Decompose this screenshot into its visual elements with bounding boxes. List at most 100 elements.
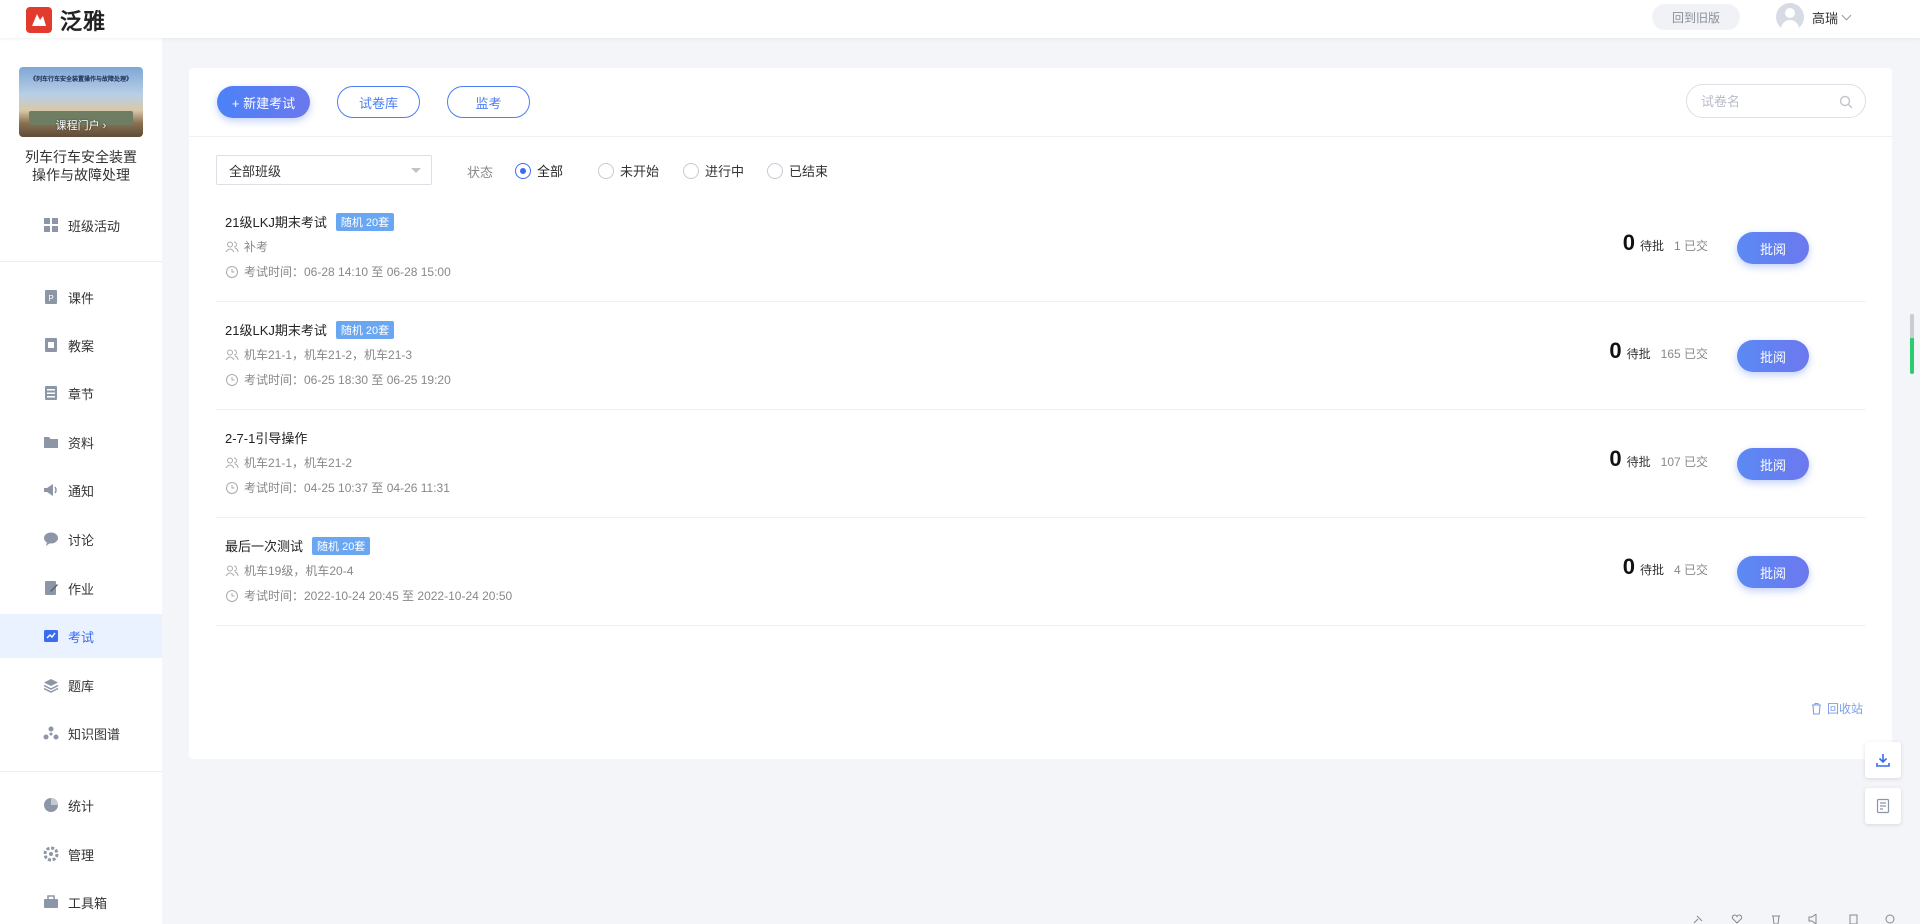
sidebar-item-materials[interactable]: 资料 bbox=[0, 420, 162, 464]
exam-classes-text: 机车19级，机车20-4 bbox=[244, 564, 354, 578]
heart-icon[interactable] bbox=[1731, 914, 1743, 924]
exam-row[interactable]: 最后一次测试 随机 20套 机车19级，机车20-4 考试时间：2022-10-… bbox=[216, 518, 1866, 626]
submitted-count: 107 已交 bbox=[1660, 455, 1708, 469]
sidebar-item-exam[interactable]: 考试 bbox=[0, 614, 162, 658]
radio-label: 未开始 bbox=[620, 164, 660, 179]
exam-title-text: 最后一次测试 bbox=[225, 539, 304, 554]
copy-icon[interactable] bbox=[1847, 914, 1859, 924]
radio-button[interactable] bbox=[683, 162, 699, 179]
search-box[interactable] bbox=[1686, 84, 1866, 118]
radio-button[interactable] bbox=[598, 162, 614, 179]
sidebar-divider bbox=[0, 771, 162, 772]
sidebar-item-chapter[interactable]: 章节 bbox=[0, 371, 162, 415]
pending-label: 待批 bbox=[1639, 239, 1664, 253]
volume-icon[interactable] bbox=[1808, 914, 1820, 924]
sidebar-item-label: 讨论 bbox=[68, 532, 95, 548]
exam-title-text: 21级LKJ期末考试 bbox=[225, 323, 327, 338]
brand-logo[interactable]: 泛雅 bbox=[26, 4, 106, 36]
user-menu[interactable]: 高瑞 bbox=[1776, 3, 1852, 31]
sidebar-item-label: 统计 bbox=[68, 798, 95, 814]
paper-bank-button[interactable]: 试卷库 bbox=[337, 86, 420, 118]
exam-time: 考试时间：06-28 14:10 至 06-28 15:00 bbox=[225, 263, 451, 280]
clock-icon bbox=[226, 481, 238, 494]
search-icon[interactable] bbox=[1885, 914, 1897, 924]
exam-title: 21级LKJ期末考试 随机 20套 bbox=[225, 212, 395, 231]
sidebar-item-toolbox[interactable]: 工具箱 bbox=[0, 880, 162, 924]
download-icon bbox=[1876, 754, 1890, 767]
class-select[interactable]: 全部班级 bbox=[216, 155, 432, 185]
class-select-value: 全部班级 bbox=[229, 163, 282, 179]
exam-classes: 机车21-1，机车21-2，机车21-3 bbox=[225, 346, 412, 363]
exam-time-text: 考试时间：06-25 18:30 至 06-25 19:20 bbox=[244, 373, 451, 387]
sidebar-item-lesson-plan[interactable]: 教案 bbox=[0, 323, 162, 367]
status-radio-all[interactable]: 全部 bbox=[515, 161, 563, 180]
sidebar-item-courseware[interactable]: P 课件 bbox=[0, 275, 162, 319]
sidebar-item-manage[interactable]: 管理 bbox=[0, 832, 162, 876]
search-icon[interactable] bbox=[1839, 95, 1853, 109]
exam-classes: 补考 bbox=[225, 238, 268, 255]
users-icon bbox=[225, 349, 239, 360]
gear-icon bbox=[43, 846, 59, 862]
chapter-icon bbox=[43, 385, 59, 401]
knowledge-graph-icon bbox=[43, 725, 59, 741]
toolbar-divider bbox=[189, 136, 1892, 137]
radio-button[interactable] bbox=[767, 162, 783, 179]
sidebar-item-question-bank[interactable]: 题库 bbox=[0, 663, 162, 707]
notes-float-button[interactable] bbox=[1865, 788, 1901, 824]
sidebar-item-homework[interactable]: 作业 bbox=[0, 566, 162, 610]
exam-list-panel: + 新建考试 试卷库 监考 全部班级 状态 全部 未开始 进行中 已结束 21级… bbox=[189, 68, 1892, 759]
sidebar-item-class-activity[interactable]: 班级活动 bbox=[0, 203, 162, 247]
exam-row[interactable]: 21级LKJ期末考试 随机 20套 机车21-1，机车21-2，机车21-3 考… bbox=[216, 302, 1866, 410]
pin-icon[interactable] bbox=[1692, 914, 1704, 924]
sidebar-item-notice[interactable]: 通知 bbox=[0, 468, 162, 512]
recycle-bin-label: 回收站 bbox=[1827, 702, 1864, 716]
exam-title-text: 2-7-1引导操作 bbox=[225, 431, 308, 446]
sidebar-item-discussion[interactable]: 讨论 bbox=[0, 517, 162, 561]
avatar bbox=[1776, 3, 1804, 31]
radio-button[interactable] bbox=[515, 162, 531, 179]
homework-icon bbox=[43, 580, 59, 596]
course-portal-link[interactable]: 课程门户 › bbox=[19, 117, 143, 133]
bottom-toolbar bbox=[162, 912, 1920, 924]
course-cover[interactable]: 《列车行车安全装置操作与故障处理》 课程门户 › bbox=[19, 67, 143, 137]
radio-label: 进行中 bbox=[705, 164, 745, 179]
status-radio-in-progress[interactable]: 进行中 bbox=[683, 161, 744, 180]
download-float-button[interactable] bbox=[1865, 742, 1901, 778]
sidebar-item-label: 课件 bbox=[68, 290, 95, 306]
exam-row[interactable]: 21级LKJ期末考试 随机 20套 补考 考试时间：06-28 14:10 至 … bbox=[216, 194, 1866, 302]
recycle-bin-link[interactable]: 回收站 bbox=[1810, 700, 1863, 717]
random-paper-badge: 随机 20套 bbox=[312, 536, 371, 555]
pending-count: 0 bbox=[1622, 230, 1635, 255]
status-radio-ended[interactable]: 已结束 bbox=[767, 161, 828, 180]
lesson-plan-icon bbox=[43, 337, 59, 353]
top-bar: 泛雅 回到旧版 高瑞 bbox=[0, 0, 1920, 38]
new-exam-button[interactable]: + 新建考试 bbox=[217, 86, 310, 118]
sidebar-item-knowledge-graph[interactable]: 知识图谱 bbox=[0, 711, 162, 755]
status-radio-not-started[interactable]: 未开始 bbox=[598, 161, 659, 180]
random-paper-badge: 随机 20套 bbox=[335, 212, 395, 231]
scroll-indicator[interactable] bbox=[1910, 314, 1914, 374]
grading-stats: 0 待批 165 已交 bbox=[1609, 338, 1708, 364]
sidebar-item-label: 考试 bbox=[68, 629, 95, 645]
exam-row[interactable]: 2-7-1引导操作 机车21-1，机车21-2 考试时间：04-25 10:37… bbox=[216, 410, 1866, 518]
sidebar-item-statistics[interactable]: 统计 bbox=[0, 783, 162, 827]
proctor-button[interactable]: 监考 bbox=[447, 86, 530, 118]
clock-icon bbox=[226, 265, 238, 278]
course-name-line2: 操作与故障处理 bbox=[32, 167, 130, 183]
trash-icon[interactable] bbox=[1770, 914, 1782, 924]
grade-button[interactable]: 批阅 bbox=[1737, 232, 1809, 264]
users-icon bbox=[225, 241, 239, 252]
grade-button[interactable]: 批阅 bbox=[1737, 340, 1809, 372]
sidebar-item-label: 题库 bbox=[68, 678, 95, 694]
cover-title: 《列车行车安全装置操作与故障处理》 bbox=[29, 77, 132, 83]
grade-button[interactable]: 批阅 bbox=[1737, 448, 1809, 480]
exam-time-text: 考试时间：04-25 10:37 至 04-26 11:31 bbox=[244, 481, 450, 495]
pending-count: 0 bbox=[1609, 446, 1622, 471]
back-to-old-version-button[interactable]: 回到旧版 bbox=[1652, 4, 1740, 30]
submitted-count: 4 已交 bbox=[1673, 563, 1708, 577]
submitted-count: 1 已交 bbox=[1673, 239, 1708, 253]
grade-button[interactable]: 批阅 bbox=[1737, 556, 1809, 588]
exam-classes: 机车21-1，机车21-2 bbox=[225, 454, 352, 471]
pending-count: 0 bbox=[1622, 554, 1635, 579]
search-input[interactable] bbox=[1701, 93, 1831, 109]
